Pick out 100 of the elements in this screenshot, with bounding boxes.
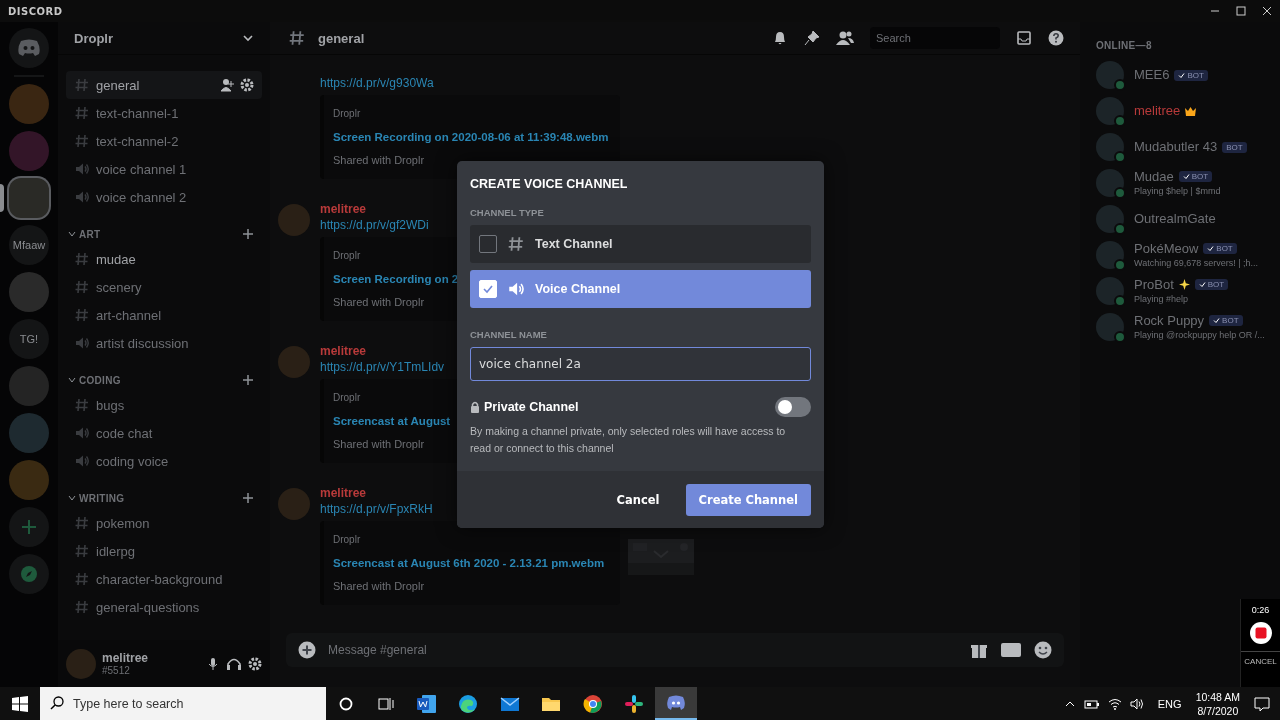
settings-icon[interactable] — [240, 78, 254, 92]
chat-bubble-icon — [17, 39, 41, 57]
channel-item[interactable]: code chat — [66, 419, 262, 447]
channel-item[interactable]: mudae — [66, 245, 262, 273]
embed-title[interactable]: Screencast at August 6th 2020 - 2.13.21 pm.webm — [333, 555, 605, 571]
volume-icon[interactable] — [1129, 697, 1144, 710]
notification-icon[interactable] — [1254, 695, 1270, 712]
dialog-title: CREATE VOICE CHANNEL — [470, 177, 629, 191]
category-name[interactable]: WRITING — [79, 492, 239, 504]
channel-item[interactable]: scenery — [66, 273, 262, 301]
bell-icon[interactable] — [772, 30, 788, 46]
member-item[interactable]: MEE6 BOT — [1088, 57, 1272, 93]
task-view-icon[interactable] — [378, 696, 394, 711]
channel-item[interactable]: coding voice — [66, 447, 262, 475]
channel-type-option[interactable]: Text Channel — [470, 225, 811, 263]
bot-badge: BOT — [1222, 141, 1247, 153]
close-icon[interactable] — [1262, 6, 1272, 16]
author-name[interactable]: melitree — [320, 486, 367, 500]
channel-item[interactable]: voice channel 2 — [66, 183, 262, 211]
members-icon[interactable] — [836, 30, 854, 46]
maximize-icon[interactable] — [1236, 6, 1246, 16]
embed-title[interactable]: Screen Recording on 2020-08-06 at 11:39:48.webm — [333, 129, 609, 145]
channel-name: voice channel 2 — [96, 189, 188, 205]
settings-icon[interactable] — [248, 656, 262, 671]
server-icon[interactable] — [9, 178, 49, 218]
microphone-icon[interactable] — [206, 656, 220, 671]
channel-type-option[interactable]: Voice Channel — [470, 270, 811, 308]
cancel-button[interactable]: Cancel — [604, 483, 672, 516]
channel-item[interactable]: text-channel-2 — [66, 127, 262, 155]
gif-icon[interactable] — [1000, 642, 1022, 658]
category-name[interactable]: CODING — [79, 374, 239, 386]
channel-item[interactable]: general — [66, 71, 262, 99]
chevron-down-icon[interactable] — [68, 230, 76, 238]
language-indicator[interactable]: ENG — [1157, 697, 1182, 710]
channel-item[interactable]: voice channel 1 — [66, 155, 262, 183]
server-button[interactable]: Mfaaw — [9, 225, 49, 265]
channel-name: code chat — [96, 425, 154, 441]
member-item[interactable]: Rock Puppy BOT Playing @rockpuppy help OR /... — [1088, 309, 1272, 345]
channel-item[interactable]: character-background — [66, 565, 262, 593]
hash-icon — [74, 571, 90, 587]
wifi-icon[interactable] — [1107, 697, 1122, 710]
headphones-icon[interactable] — [226, 656, 242, 671]
emoji-icon[interactable] — [1034, 641, 1052, 659]
stop-recording-button[interactable] — [1248, 621, 1273, 645]
member-item[interactable]: Mudabutler 43 BOT — [1088, 129, 1272, 165]
channel-item[interactable]: art-channel — [66, 301, 262, 329]
member-item[interactable]: melitree — [1088, 93, 1272, 129]
message-link[interactable]: https://d.pr/v/g930Wa — [320, 76, 434, 91]
cancel-link[interactable]: CANCEL — [1241, 651, 1280, 666]
help-icon[interactable] — [1048, 30, 1064, 46]
speaker-icon — [74, 425, 90, 441]
channel-item[interactable]: text-channel-1 — [66, 99, 262, 127]
checkbox[interactable] — [479, 235, 497, 253]
channel-item[interactable]: general-questions — [66, 593, 262, 621]
channel-name-field[interactable]: voice channel 2a — [470, 347, 811, 381]
channel-item[interactable]: bugs — [66, 391, 262, 419]
category-name[interactable]: ART — [79, 228, 239, 240]
chevron-down-icon[interactable] — [68, 376, 76, 384]
channel-item[interactable]: idlerpg — [66, 537, 262, 565]
member-item[interactable]: OutrealmGate — [1088, 201, 1272, 237]
member-item[interactable]: Mudae BOT Playing $help | $mmd — [1088, 165, 1272, 201]
message-link[interactable]: https://d.pr/v/FpxRkH — [320, 502, 433, 517]
channel-name: voice channel 1 — [96, 161, 188, 177]
member-name: PokéMeow — [1134, 240, 1199, 257]
clock-time[interactable]: 10:48 AM — [1195, 689, 1240, 704]
create-channel-button[interactable]: Create Channel — [685, 483, 811, 516]
cortana-icon[interactable] — [339, 696, 353, 711]
chevron-down-icon[interactable] — [68, 494, 76, 502]
author-name[interactable]: melitree — [320, 202, 367, 216]
invite-icon[interactable] — [221, 78, 235, 92]
pinwheel-icon — [623, 692, 646, 715]
clock-date[interactable]: 8/7/2020 — [1197, 703, 1239, 718]
taskbar-search-field[interactable]: Type here to search — [40, 687, 326, 720]
add-server-button[interactable] — [9, 507, 49, 547]
author-name[interactable]: melitree — [320, 344, 367, 358]
channel-item[interactable]: pokemon — [66, 509, 262, 537]
message-link[interactable]: https://d.pr/v/Y1TmLIdv — [320, 360, 445, 375]
server-button[interactable]: TG! — [9, 319, 49, 359]
embed-footer: Shared with Droplr — [333, 579, 425, 593]
home-button[interactable] — [9, 28, 49, 68]
explore-button[interactable] — [9, 554, 49, 594]
chevron-down-icon[interactable] — [242, 32, 254, 44]
member-avatar — [1096, 61, 1124, 89]
add-icon[interactable] — [298, 641, 316, 659]
plus-icon[interactable] — [242, 492, 254, 504]
private-toggle[interactable] — [775, 397, 811, 417]
channel-item[interactable]: artist discussion — [66, 329, 262, 357]
start-icon[interactable] — [12, 695, 28, 712]
message-link[interactable]: https://d.pr/v/gf2WDi — [320, 218, 429, 233]
plus-icon[interactable] — [242, 228, 254, 240]
plus-icon[interactable] — [242, 374, 254, 386]
bot-badge: BOT — [1174, 69, 1208, 81]
hash-icon — [74, 133, 90, 149]
member-item[interactable]: PokéMeow BOT Watching 69,678 servers! | ;h... — [1088, 237, 1272, 273]
inbox-icon[interactable] — [1016, 30, 1032, 46]
embed-title[interactable]: Screencast at August — [333, 413, 451, 429]
battery-icon[interactable] — [1083, 697, 1100, 710]
pin-icon[interactable] — [804, 30, 820, 46]
member-item[interactable]: ProBot BOT Playing #help — [1088, 273, 1272, 309]
search-field[interactable]: Search — [870, 27, 1000, 49]
